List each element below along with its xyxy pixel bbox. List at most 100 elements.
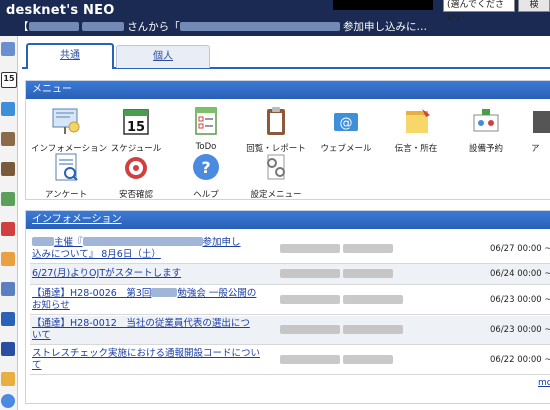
menu-item-information[interactable]: インフォメーション [31,105,107,154]
nav-search-icon[interactable] [1,312,15,326]
top-select[interactable]: (選んでください) [443,0,515,23]
redacted-text [28,22,79,31]
info-author [280,244,393,255]
envelope-at-icon: @ [334,113,358,131]
menu-item-label: 安否確認 [118,190,153,200]
menu-item-message[interactable]: 伝言・所在 [381,105,451,154]
safety-confirmation-icon [125,157,147,179]
top-search-box[interactable] [333,0,433,10]
title-part: 込みについて』 8月6日（土） [32,249,161,260]
nav-note-icon[interactable] [1,252,15,266]
menu-item-webmail[interactable]: @ ウェブメール [311,105,381,154]
menu-item-label: ア [531,144,540,153]
information-panel-title[interactable]: インフォメーション [32,214,122,225]
redacted-text [342,355,393,364]
title-part: ストレスチェック実施における通報開設コードについ [32,348,261,359]
title-part: 参加申し [202,237,241,248]
menu-panel-title: メニュー [26,81,550,99]
todo-checklist-icon [195,107,217,135]
redacted-text [280,269,340,278]
title-part: いて [32,330,51,341]
notice-mid: さんから「 [127,21,180,33]
info-title-link[interactable]: 6/27(月)よりOJTがスタートします [32,268,267,280]
redacted-text [280,325,340,334]
clipboard-icon [267,107,285,135]
info-title-link[interactable]: ストレスチェック実施における通報開設コードについ て [32,348,267,372]
table-row[interactable]: 6/27(月)よりOJTがスタートします 06/24 00:00 ~ [30,264,550,285]
info-date: 06/23 00:00 ~ [490,325,550,335]
more-link[interactable]: mo [538,378,550,388]
title-part: て [32,360,42,371]
redacted-text [179,22,340,31]
info-title-link[interactable]: 【通達】H28-0012 当社の従業員代表の選出につ いて [32,318,267,342]
redacted-text [280,355,340,364]
survey-icon [55,153,78,181]
menu-item-survey[interactable]: アンケート [31,151,101,200]
calendar-day-text: 15 [127,120,145,135]
nav-todo-icon[interactable] [1,192,15,206]
menu-item-safety[interactable]: 安否確認 [101,151,171,200]
nav-home-icon[interactable] [1,42,15,56]
title-part: 【通達】H28-0026 第3回 [32,288,152,299]
title-part: お知らせ [32,300,70,311]
settings-gears-icon [267,154,285,180]
nav-mail-icon[interactable] [1,102,15,116]
title-part: 【通達】H28-0012 当社の従業員代表の選出につ [32,318,250,329]
menu-item-help[interactable]: ? ヘルプ [171,151,241,200]
top-header-bar: desknet's NEO 【 さんから「 参加申し込みに… (選んでください)… [0,0,550,36]
table-row[interactable]: 主催『 参加申し 込みについて』 8月6日（土） 06/27 00:00 ~ [30,235,550,264]
redacted-text [342,325,403,334]
information-board-icon [52,108,80,134]
table-row[interactable]: 【通達】H28-0026 第3回 勉強会 一般公開の お知らせ 06/23 00:… [30,286,550,315]
info-author [280,355,393,366]
left-icon-strip: 15 [0,36,18,410]
nav-clipboard-icon[interactable] [1,132,15,146]
nav-help-icon[interactable] [1,394,15,408]
menu-item-todo[interactable]: ToDo [171,105,241,153]
tab-common[interactable]: 共通 [26,43,114,69]
nav-calendar-icon[interactable]: 15 [1,72,17,88]
top-button[interactable]: 検 [518,0,550,12]
title-part: 勉強会 一般公開の [177,288,257,299]
menu-item-label: ヘルプ [193,190,219,200]
info-title-link[interactable]: 主催『 参加申し 込みについて』 8月6日（土） [32,237,267,261]
menu-item-settings[interactable]: 設定メニュー [241,151,311,200]
info-date: 06/23 00:00 ~ [490,295,550,305]
notice-suffix: 参加申し込みに… [343,21,428,33]
menu-item-label: アンケート [44,190,88,200]
redacted-text [342,269,393,278]
nav-books-icon[interactable] [1,222,15,236]
menu-item-partial[interactable]: ア [521,105,550,153]
notice-prefix: 【 [18,21,29,33]
facility-reservation-icon [473,109,499,132]
menu-item-facility[interactable]: 設備予約 [451,105,521,154]
menu-panel: メニュー インフォメーション 15 スケジュール ToDo 回覧・レポート @ … [25,80,550,200]
menu-item-label: ウェブメール [320,144,372,154]
nav-folder-icon[interactable] [1,372,15,386]
calendar-icon: 15 [123,109,149,135]
info-title-link[interactable]: 【通達】H28-0026 第3回 勉強会 一般公開の お知らせ [32,288,267,312]
sticky-note-icon [406,109,430,133]
table-row[interactable]: 【通達】H28-0012 当社の従業員代表の選出につ いて 06/23 00:0… [30,316,550,345]
redacted-text [280,244,340,253]
redacted-text [81,22,124,31]
info-date: 06/24 00:00 ~ [490,269,550,279]
nav-doc-icon[interactable] [1,282,15,296]
information-panel-header: インフォメーション [26,211,550,229]
svg-text:?: ? [201,158,210,177]
tab-personal[interactable]: 個人 [116,45,210,68]
app-logo[interactable]: desknet's NEO [6,3,114,18]
menu-item-label: 設定メニュー [250,190,302,200]
info-author [280,269,393,280]
menu-item-schedule[interactable]: 15 スケジュール [101,105,171,154]
notification-ticker[interactable]: 【 さんから「 参加申し込みに… [18,19,470,35]
nav-report-icon[interactable] [1,162,15,176]
menu-item-label: 伝言・所在 [394,144,438,154]
table-row[interactable]: ストレスチェック実施における通報開設コードについ て 06/22 00:00 ~ [30,346,550,375]
info-date: 06/27 00:00 ~ [490,244,550,254]
menu-item-circulation[interactable]: 回覧・レポート [241,105,311,154]
redacted-text [32,237,54,246]
redacted-text [151,288,178,297]
nav-arrow-icon[interactable] [1,342,15,356]
svg-text:@: @ [340,116,353,131]
